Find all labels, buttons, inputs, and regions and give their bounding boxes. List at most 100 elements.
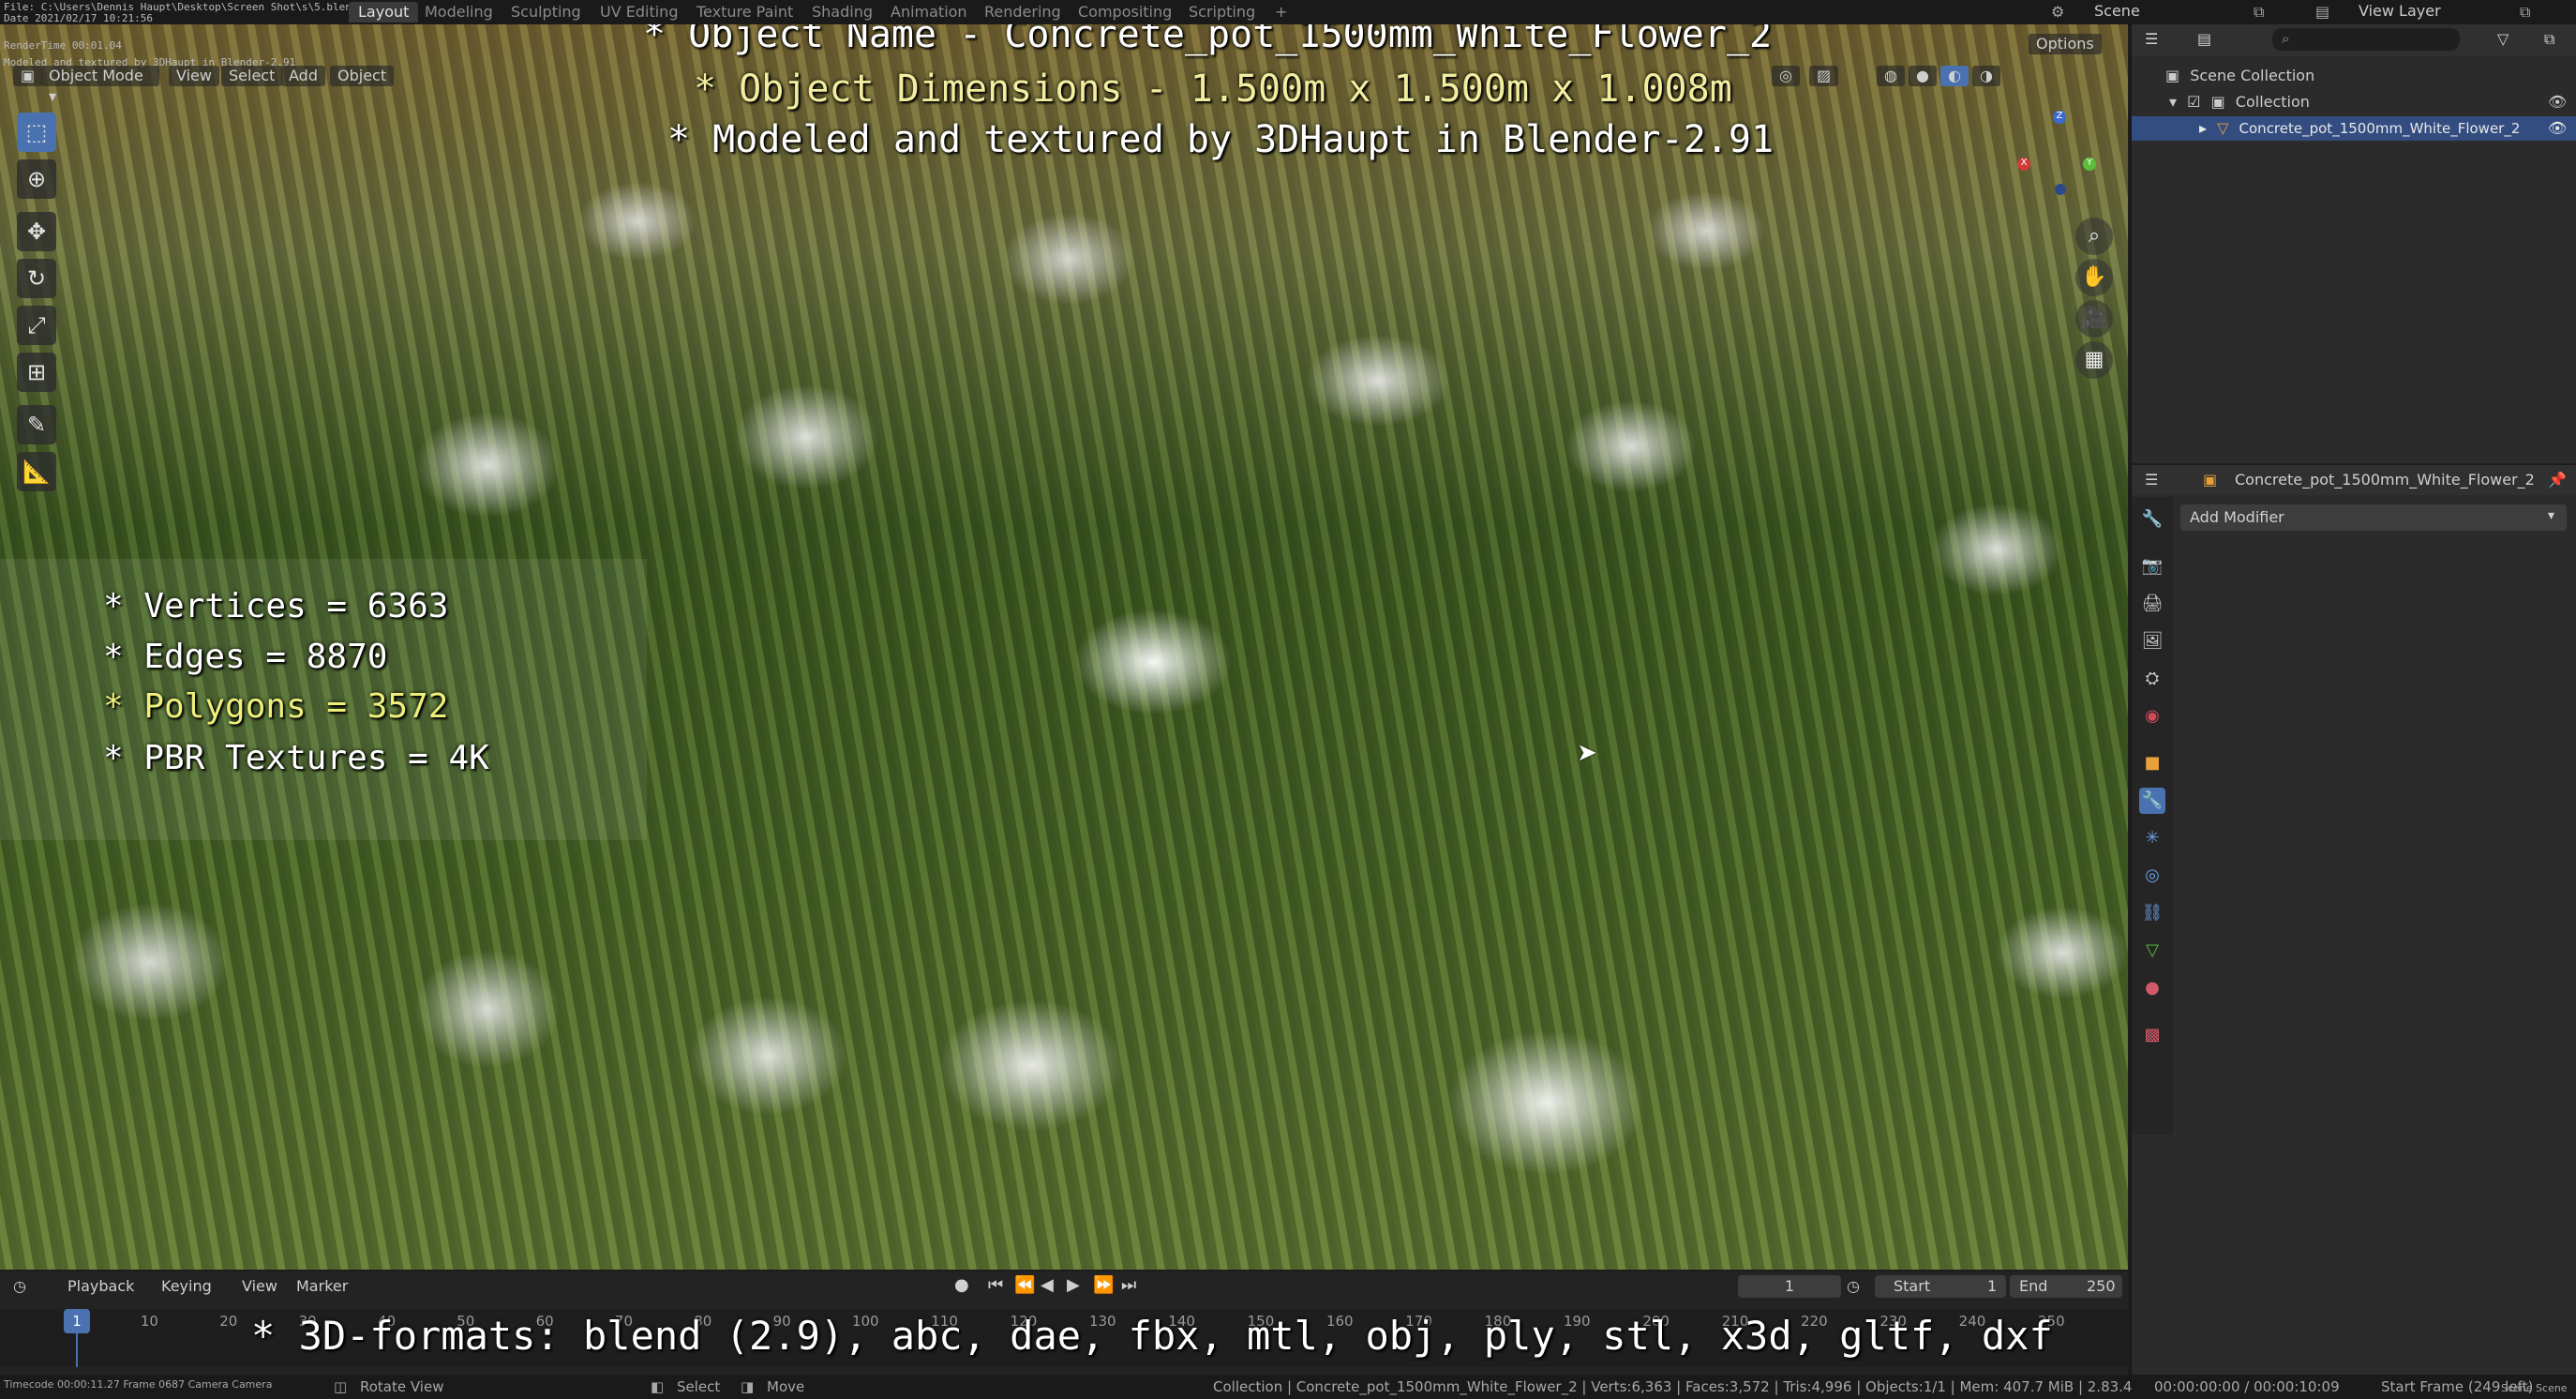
add-workspace-button[interactable]: +	[1266, 2, 1296, 23]
copy-scene-icon[interactable]: ⧉	[2254, 3, 2264, 22]
measure-tool-icon[interactable]: 📐	[17, 452, 56, 491]
timeline-view-menu[interactable]: View	[242, 1277, 277, 1295]
jump-start-icon[interactable]: ⏮	[988, 1275, 1003, 1295]
scene-collection-row[interactable]: ▣ Scene Collection	[2132, 64, 2576, 88]
wireframe-shading-icon[interactable]: ◍	[1877, 66, 1905, 86]
tab-compositing[interactable]: Compositing	[1069, 2, 1181, 23]
material-shading-icon[interactable]: ◐	[1940, 66, 1969, 86]
play-reverse-icon[interactable]: ◀	[1041, 1275, 1054, 1295]
prev-keyframe-icon[interactable]: ⏪	[1014, 1275, 1035, 1295]
navigation-gizmo[interactable]: Z X Y	[2017, 111, 2102, 195]
eye-icon[interactable]: 👁	[2548, 90, 2567, 114]
world-tab-icon[interactable]: ◉	[2139, 703, 2165, 730]
scene-icon[interactable]: ⚙	[2051, 3, 2064, 21]
options-dropdown[interactable]: Options	[2029, 34, 2102, 54]
scale-tool-icon[interactable]: ⤢	[17, 306, 56, 345]
add-modifier-dropdown[interactable]: Add Modifier ▾	[2180, 504, 2567, 531]
pan-hand-icon[interactable]: ✋	[2075, 259, 2113, 296]
properties-editor-icon[interactable]: ☰	[2145, 471, 2158, 489]
chevron-right-icon[interactable]: ▸	[2199, 119, 2207, 137]
tab-modeling[interactable]: Modeling	[415, 2, 502, 23]
end-frame-field[interactable]: End 250	[2010, 1275, 2122, 1298]
properties-object-name: Concrete_pot_1500mm_White_Flower_2	[2235, 471, 2535, 489]
particles-tab-icon[interactable]: ✳	[2139, 825, 2165, 851]
scene-tab-icon[interactable]: ⛭	[2139, 666, 2165, 692]
physics-tab-icon[interactable]: ◎	[2139, 863, 2165, 889]
tab-animation[interactable]: Animation	[881, 2, 977, 23]
clock-icon[interactable]: ◷	[1847, 1277, 1860, 1295]
tool-tab-icon[interactable]: 🔧	[2139, 506, 2165, 533]
filter-icon[interactable]: ▽	[2497, 30, 2509, 48]
marker-menu[interactable]: Marker	[296, 1277, 348, 1295]
outliner-editor-icon[interactable]: ☰	[2145, 30, 2158, 48]
view-layer-icon[interactable]: ▤	[2315, 3, 2329, 21]
y-axis-handle[interactable]: Y	[2083, 158, 2096, 171]
move-tool-icon[interactable]: ✥	[17, 212, 56, 251]
annotate-tool-icon[interactable]: ✎	[17, 405, 56, 444]
modifiers-tab-icon[interactable]: 🔧	[2139, 788, 2165, 814]
tab-texture-paint[interactable]: Texture Paint	[687, 2, 802, 23]
playback-menu[interactable]: Playback	[67, 1277, 134, 1295]
display-mode-icon[interactable]: ▤	[2197, 30, 2211, 48]
tab-rendering[interactable]: Rendering	[975, 2, 1071, 23]
perspective-grid-icon[interactable]: ▦	[2075, 341, 2113, 379]
copy-view-layer-icon[interactable]: ⧉	[2520, 3, 2530, 22]
keying-menu[interactable]: Keying	[161, 1277, 212, 1295]
zoom-icon[interactable]: ⌕	[2075, 218, 2113, 255]
rendered-shading-icon[interactable]: ◑	[1972, 66, 2000, 86]
tab-scripting[interactable]: Scripting	[1179, 2, 1265, 23]
x-axis-handle[interactable]: X	[2017, 158, 2030, 171]
timecode-text: Timecode 00:00:11.27 Frame 0687 Camera C…	[4, 1378, 273, 1391]
object-mode-dropdown[interactable]: Object Mode ▾	[41, 66, 159, 105]
start-frame-field[interactable]: Start 1	[1875, 1275, 2006, 1298]
play-icon[interactable]: ▶	[1067, 1275, 1080, 1295]
playhead[interactable]: 1	[64, 1309, 90, 1333]
object-tab-icon[interactable]: ■	[2139, 750, 2165, 776]
cursor-tool-icon[interactable]: ⊕	[17, 159, 56, 199]
record-icon[interactable]: ●	[954, 1275, 969, 1295]
timeline-panel: ◷ Playback Keying View Marker ● ⏮ ⏪ ◀ ▶ …	[0, 1271, 2128, 1375]
transform-tool-icon[interactable]: ⊞	[17, 353, 56, 392]
neg-z-axis-handle[interactable]	[2055, 184, 2066, 195]
tab-shading[interactable]: Shading	[802, 2, 882, 23]
xray-icon[interactable]: ▨	[1809, 66, 1839, 86]
viewport-overlays-icon[interactable]: ◎	[1772, 66, 1800, 86]
view-layer-selector[interactable]: View Layer	[2359, 2, 2441, 20]
pin-icon[interactable]: 📌	[2548, 471, 2567, 489]
object-menu[interactable]: Object	[330, 66, 395, 86]
new-collection-icon[interactable]: ⧉	[2544, 30, 2554, 49]
jump-end-icon[interactable]: ⏭	[1121, 1275, 1136, 1295]
collection-row[interactable]: ▾ ☑ ▣ Collection 👁	[2132, 90, 2576, 114]
texture-tab-icon[interactable]: ▩	[2139, 1022, 2165, 1048]
tab-sculpting[interactable]: Sculpting	[502, 2, 591, 23]
outliner-search-input[interactable]: ⌕	[2272, 28, 2460, 51]
view-layer-tab-icon[interactable]: 🖼	[2139, 628, 2165, 654]
add-menu[interactable]: Add	[281, 66, 325, 86]
3d-viewport[interactable]: RenderTime 00:01.04 Modeled and textured…	[0, 24, 2128, 1270]
scene-selector[interactable]: Scene	[2094, 2, 2140, 20]
render-tab-icon[interactable]: 📷	[2139, 553, 2165, 579]
timeline-editor-icon[interactable]: ◷	[13, 1277, 26, 1295]
select-menu[interactable]: Select	[221, 66, 283, 86]
solid-shading-icon[interactable]: ●	[1909, 66, 1937, 86]
mesh-data-tab-icon[interactable]: ▽	[2139, 938, 2165, 964]
add-modifier-label: Add Modifier	[2190, 508, 2284, 526]
checkbox-icon[interactable]: ☑	[2187, 93, 2200, 111]
constraints-tab-icon[interactable]: ⛓	[2139, 900, 2165, 926]
object-row[interactable]: ▸ ▽ Concrete_pot_1500mm_White_Flower_2 👁	[2132, 116, 2576, 141]
material-tab-icon[interactable]: ●	[2139, 975, 2165, 1001]
next-keyframe-icon[interactable]: ⏩	[1093, 1275, 1114, 1295]
rotate-tool-icon[interactable]: ↻	[17, 259, 56, 298]
view-menu[interactable]: View	[169, 66, 219, 86]
chevron-down-icon[interactable]: ▾	[2169, 93, 2177, 111]
output-tab-icon[interactable]: 🖨	[2139, 591, 2165, 617]
z-axis-handle[interactable]: Z	[2053, 111, 2066, 124]
tab-layout[interactable]: Layout	[349, 2, 419, 23]
tab-uv-editing[interactable]: UV Editing	[591, 2, 687, 23]
select-box-tool-icon[interactable]: ⬚	[17, 113, 56, 152]
object-mode-label: Object Mode	[49, 67, 143, 84]
current-frame-field[interactable]: 1	[1738, 1275, 1841, 1298]
camera-view-icon[interactable]: 🎥	[2075, 300, 2113, 338]
eye-icon[interactable]: 👁	[2548, 116, 2567, 141]
editor-type-icon[interactable]: ▣	[13, 66, 43, 86]
